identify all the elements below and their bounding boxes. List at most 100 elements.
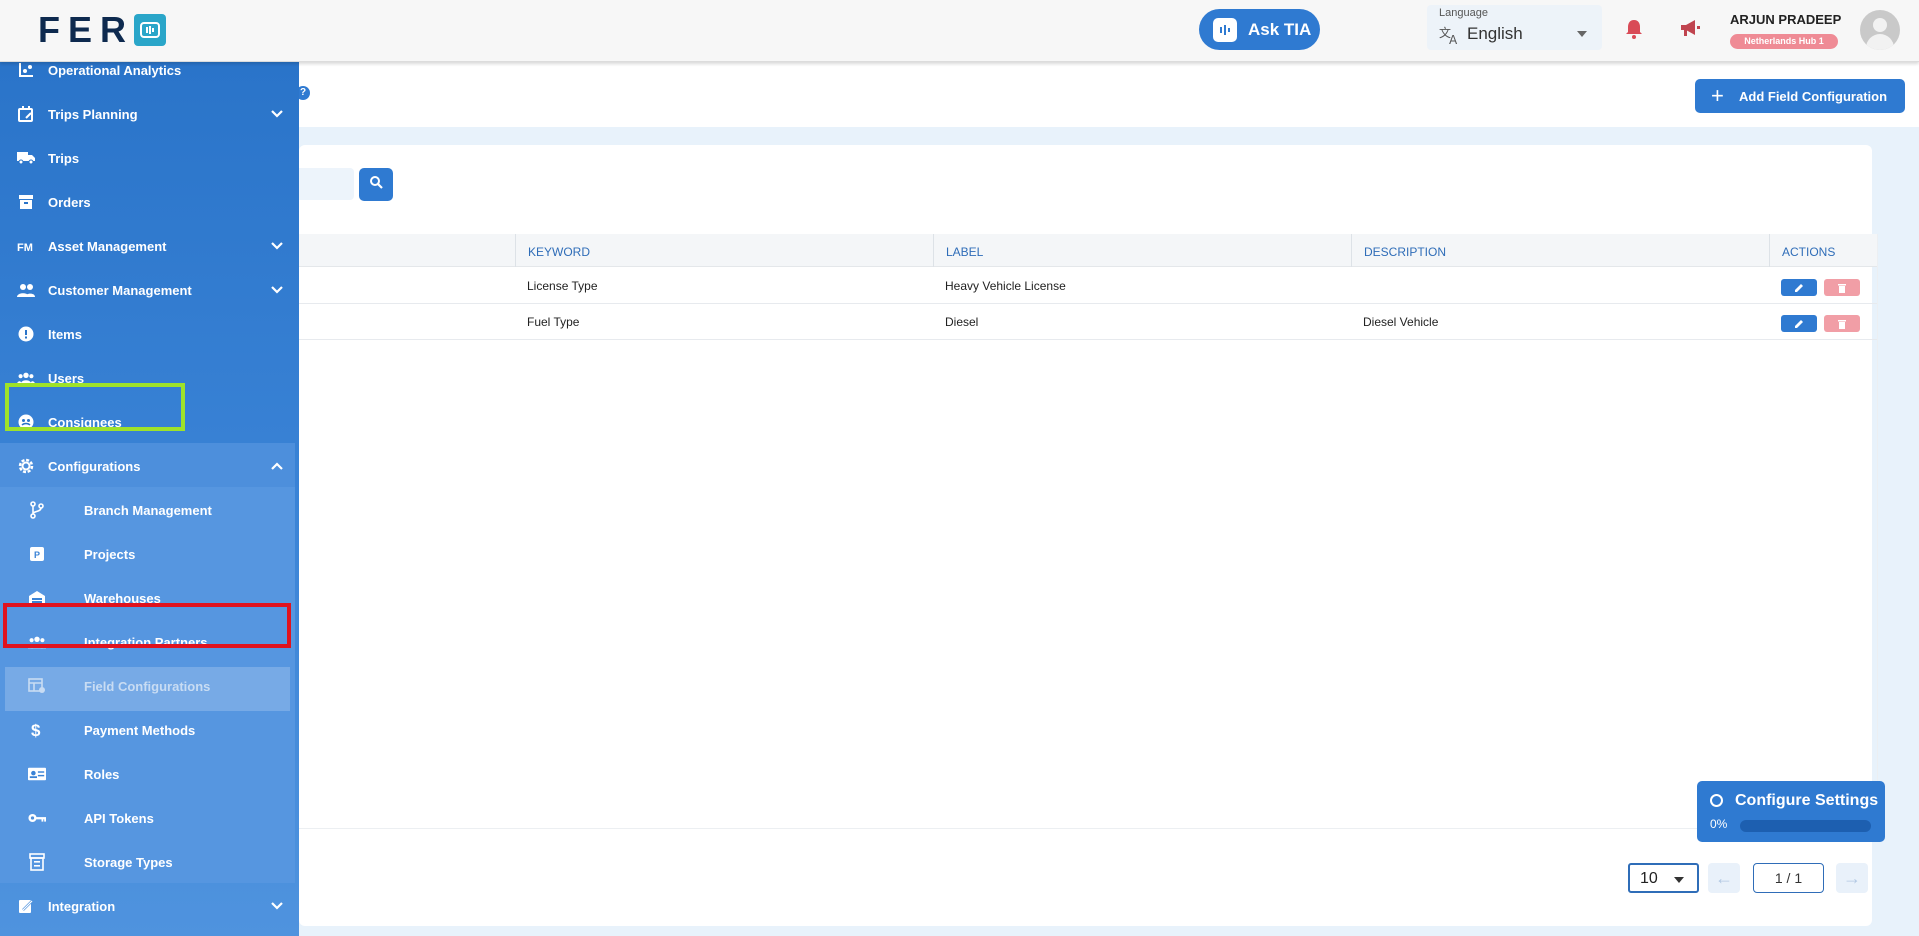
progress-bar [1740,820,1871,832]
avatar[interactable] [1860,10,1900,50]
analytics-icon [17,62,35,79]
chevron-down-icon [1577,31,1587,37]
sidebar-item-label: Orders [48,194,91,210]
logo-text: FER [38,9,134,50]
sidebar-item-label: Trips Planning [48,106,138,122]
sidebar-subitem-field-configurations[interactable]: Field Configurations [0,664,299,708]
search-button[interactable] [359,168,393,201]
circle-icon [1710,794,1723,807]
megaphone-icon[interactable] [1679,18,1701,43]
sidebar-item-label: Operational Analytics [48,62,182,78]
column-header-keyword[interactable]: KEYWORD [515,234,590,267]
chevron-down-icon [270,107,284,122]
storage-icon [28,853,46,871]
truck-icon [17,149,35,167]
chevron-down-icon [270,283,284,298]
column-header-label[interactable]: LABEL [933,234,983,267]
progress-label: 0% [1710,817,1728,831]
branch-icon [28,501,46,519]
page-size-value: 10 [1640,870,1658,887]
translate-icon: 文A [1439,25,1461,50]
sidebar-item-label: Configurations [48,458,141,474]
tia-icon [1213,17,1237,42]
search-icon [369,175,383,194]
sidebar-item-asset-management[interactable]: FM Asset Management [0,224,299,268]
chevron-down-icon [270,239,284,254]
edit-button[interactable] [1781,315,1817,332]
sidebar-item-label: Storage Types [84,854,173,870]
plus-icon: + [1711,83,1724,108]
add-field-configuration-button[interactable]: + Add Field Configuration [1695,79,1905,113]
sidebar-item-label: Asset Management [48,238,167,254]
sidebar-item-orders[interactable]: Orders [0,180,299,224]
language-select[interactable]: Language 文A English [1427,5,1602,50]
edit-button[interactable] [1781,279,1817,296]
sidebar-subitem-roles[interactable]: Roles [0,752,299,796]
pencil-icon [1795,283,1803,292]
sidebar-item-label: Roles [84,766,120,782]
sidebar-item-integration[interactable]: Integration [0,884,299,928]
svg-text:$: $ [31,721,41,739]
next-page-button[interactable]: → [1836,863,1868,893]
logo-mark-icon [134,14,166,46]
dollar-icon: $ [28,721,46,739]
bell-icon[interactable] [1624,18,1644,45]
sidebar-item-label: API Tokens [84,810,154,826]
search-input[interactable] [299,168,354,200]
sidebar-subitem-projects[interactable]: P Projects [0,532,299,576]
page-indicator[interactable]: 1 / 1 [1753,863,1824,893]
key-icon [28,809,46,827]
archive-icon [17,193,35,211]
chevron-down-icon [270,899,284,914]
sidebar-subitem-payment-methods[interactable]: $ Payment Methods [0,708,299,752]
language-label: Language [1439,7,1488,19]
configure-settings-title: Configure Settings [1735,792,1879,809]
cell-label: Heavy Vehicle License [945,279,1066,293]
chevron-down-icon [1674,877,1684,883]
chevron-up-icon [270,459,284,474]
svg-text:P: P [34,550,40,560]
id-card-icon [28,765,46,783]
people-icon [17,281,35,299]
sidebar-item-items[interactable]: Items [0,312,299,356]
sidebar-subitem-storage-types[interactable]: Storage Types [0,840,299,884]
page-size-select[interactable]: 10 [1628,863,1699,893]
sidebar-item-label: Field Configurations [84,678,211,694]
delete-button[interactable] [1824,279,1860,296]
trash-icon [1838,319,1846,329]
column-header-actions: ACTIONS [1769,234,1877,267]
column-header-description[interactable]: DESCRIPTION [1351,234,1446,267]
sidebar: Operational Analytics Trips Planning Tri… [0,62,299,936]
ask-tia-label: Ask TIA [1248,19,1312,39]
sidebar-item-configurations[interactable]: Configurations [0,444,299,488]
delete-button[interactable] [1824,315,1860,332]
user-name: ARJUN PRADEEP [1730,12,1842,27]
fero-logo[interactable]: FER [38,9,166,51]
svg-text:A: A [1449,33,1458,45]
sidebar-item-operational-analytics[interactable]: Operational Analytics [0,62,299,92]
sidebar-item-trips[interactable]: Trips [0,136,299,180]
add-button-label: Add Field Configuration [1739,88,1888,104]
branch-badge: Netherlands Hub 1 [1730,34,1838,49]
table-row: License Type Heavy Vehicle License [299,268,1877,304]
sidebar-item-customer-management[interactable]: Customer Management [0,268,299,312]
arrow-left-icon: ← [1715,868,1733,888]
ask-tia-button[interactable]: Ask TIA [1199,9,1320,50]
configure-settings-widget[interactable]: Configure Settings 0% [1697,781,1885,842]
integration-icon [17,897,35,915]
sidebar-item-label: Customer Management [48,282,192,298]
cell-keyword: Fuel Type [527,315,580,329]
table-header: KEYWORD LABEL DESCRIPTION ACTIONS [299,234,1877,267]
page-header [299,62,1919,127]
sidebar-item-label: Branch Management [84,502,212,518]
cell-description: Diesel Vehicle [1363,315,1439,329]
sidebar-item-label: Trips [48,150,80,166]
sidebar-item-trips-planning[interactable]: Trips Planning [0,92,299,136]
sidebar-item-label: Projects [84,546,136,562]
sidebar-item-label: Integration [48,898,116,914]
fm-icon: FM [17,237,35,255]
table-row: Fuel Type Diesel Diesel Vehicle [299,304,1877,340]
prev-page-button[interactable]: ← [1708,863,1740,893]
sidebar-subitem-api-tokens[interactable]: API Tokens [0,796,299,840]
sidebar-subitem-branch-management[interactable]: Branch Management [0,488,299,532]
